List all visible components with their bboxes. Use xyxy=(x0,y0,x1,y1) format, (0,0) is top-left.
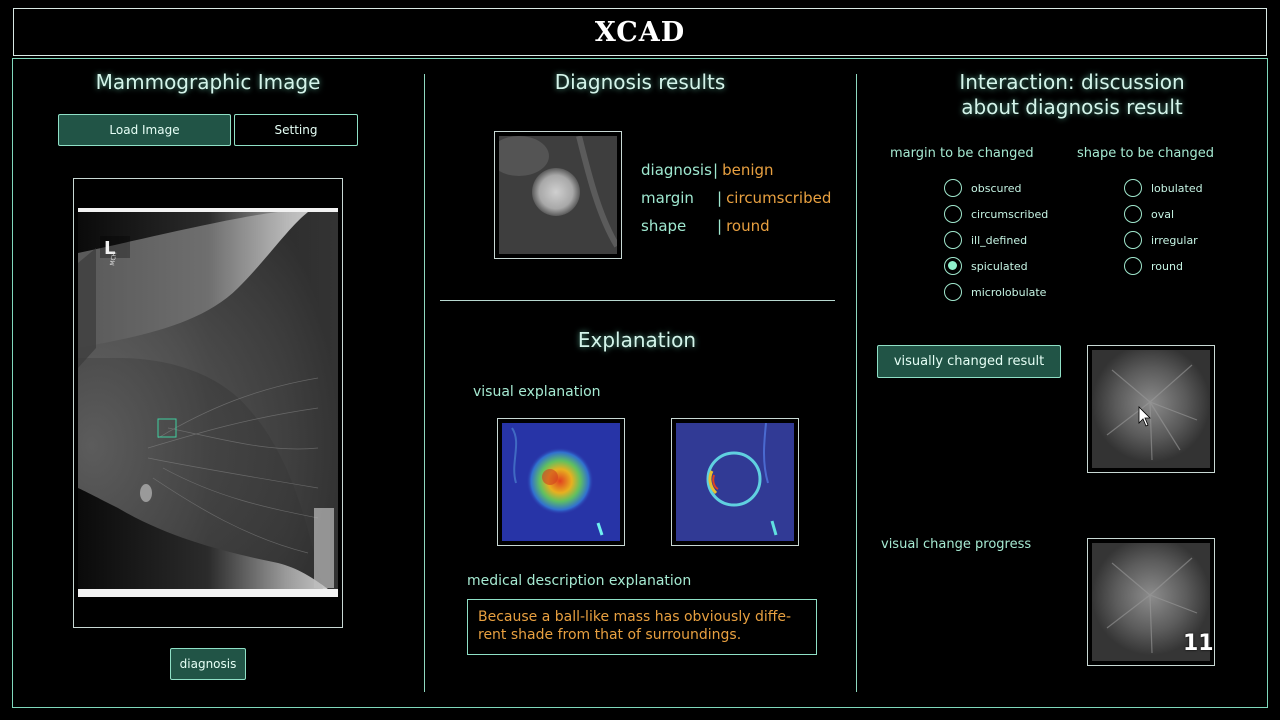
result-value: circumscribed xyxy=(726,189,832,207)
result-row: margin | circumscribed xyxy=(641,189,832,207)
margin-radio-group: obscured circumscribed ill_defined spicu… xyxy=(944,175,1048,305)
radio-selected-icon[interactable] xyxy=(944,257,962,275)
medical-description-box: Because a ball-like mass has obviously d… xyxy=(467,599,817,655)
roi-thumbnail xyxy=(494,131,622,259)
margin-option[interactable]: ill_defined xyxy=(944,227,1048,253)
shape-radio-group: lobulated oval irregular round xyxy=(1124,175,1203,279)
column-divider-right xyxy=(856,74,857,692)
shape-option[interactable]: lobulated xyxy=(1124,175,1203,201)
result-value: round xyxy=(726,217,770,235)
result-row: shape | round xyxy=(641,217,770,235)
heatmap-edge xyxy=(671,418,799,546)
margin-option[interactable]: obscured xyxy=(944,175,1048,201)
medical-description-line: rent shade from that of surroundings. xyxy=(478,627,742,643)
medical-description-label: medical description explanation xyxy=(467,573,692,589)
heatmap-gradcam xyxy=(497,418,625,546)
section-divider xyxy=(440,300,835,301)
shape-option[interactable]: oval xyxy=(1124,201,1203,227)
result-key: margin xyxy=(641,189,694,207)
margin-option[interactable]: spiculated xyxy=(944,253,1048,279)
margin-option[interactable]: circumscribed xyxy=(944,201,1048,227)
setting-button[interactable]: Setting xyxy=(234,114,358,146)
explanation-heading: Explanation xyxy=(577,328,697,352)
radio-circle-icon[interactable] xyxy=(944,283,962,301)
radio-circle-icon[interactable] xyxy=(1124,257,1142,275)
title-bar: XCAD xyxy=(13,8,1267,56)
load-image-button[interactable]: Load Image xyxy=(58,114,231,146)
result-row: diagnosis | benign xyxy=(641,161,774,179)
mammographic-image-heading: Mammographic Image xyxy=(95,70,321,94)
radio-circle-icon[interactable] xyxy=(1124,179,1142,197)
result-value: benign xyxy=(722,161,774,179)
medical-description-line: Because a ball-like mass has obviously d… xyxy=(478,609,792,625)
radio-circle-icon[interactable] xyxy=(1124,231,1142,249)
visual-change-progress-label: visual change progress xyxy=(881,537,1032,552)
interaction-heading-line: about diagnosis result xyxy=(961,95,1183,119)
visual-explanation-label: visual explanation xyxy=(473,384,601,400)
shape-change-label: shape to be changed xyxy=(1077,146,1215,161)
margin-change-label: margin to be changed xyxy=(890,146,1034,161)
mammogram-image[interactable]: L MCH xyxy=(78,208,338,597)
interaction-heading: Interaction: discussion about diagnosis … xyxy=(900,70,1244,120)
radio-circle-icon[interactable] xyxy=(1124,205,1142,223)
result-key: shape xyxy=(641,217,687,235)
radio-circle-icon[interactable] xyxy=(944,231,962,249)
diagnosis-button[interactable]: diagnosis xyxy=(170,648,246,680)
diagnosis-results-list: diagnosis | benign margin | circumscribe… xyxy=(641,156,841,240)
shape-option[interactable]: irregular xyxy=(1124,227,1203,253)
column-divider-left xyxy=(424,74,425,692)
progress-counter: 11 xyxy=(1183,631,1214,656)
visually-changed-result-button[interactable]: visually changed result xyxy=(877,345,1061,378)
result-key: diagnosis xyxy=(641,161,712,179)
app-title: XCAD xyxy=(594,16,686,48)
radio-circle-icon[interactable] xyxy=(944,179,962,197)
changed-result-image xyxy=(1087,345,1215,473)
interaction-heading-line: Interaction: discussion xyxy=(959,70,1185,94)
shape-option[interactable]: round xyxy=(1124,253,1203,279)
margin-option[interactable]: microlobulate xyxy=(944,279,1048,305)
radio-circle-icon[interactable] xyxy=(944,205,962,223)
diagnosis-results-heading: Diagnosis results xyxy=(554,70,726,94)
